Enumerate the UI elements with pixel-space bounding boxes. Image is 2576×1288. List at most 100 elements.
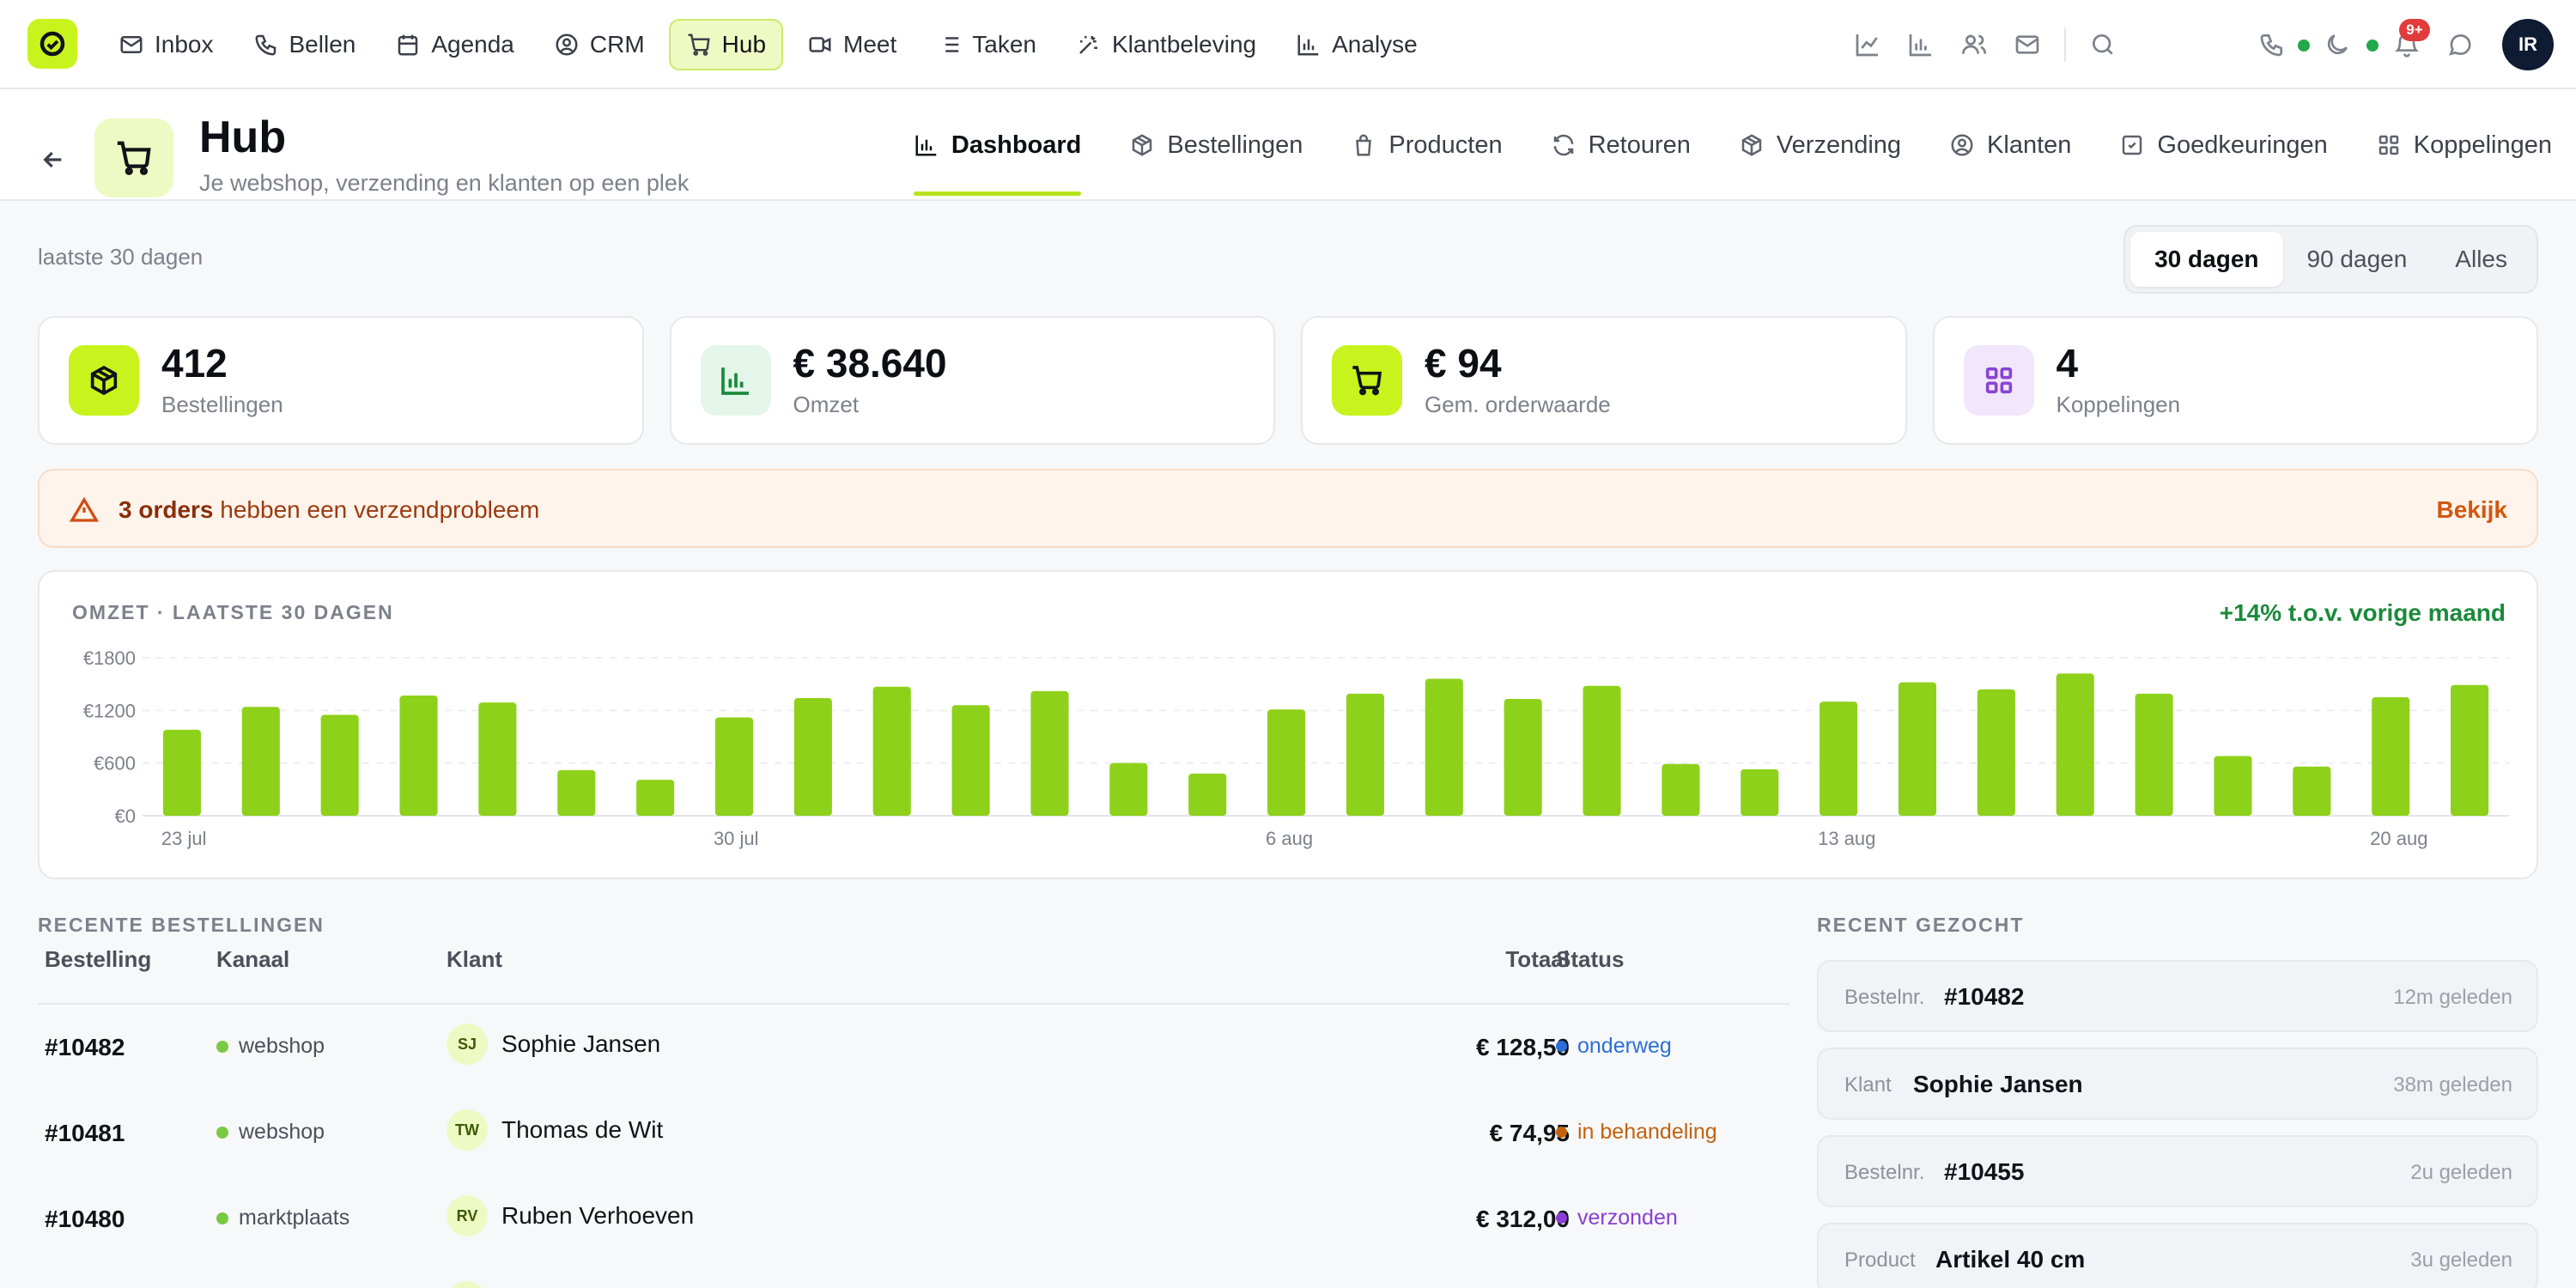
alert-view-link[interactable]: Bekijk — [2437, 496, 2508, 524]
nav-label: Agenda — [431, 31, 514, 58]
search-button[interactable] — [2076, 19, 2129, 70]
search-kind: Product — [1844, 1249, 1916, 1272]
mail-button[interactable] — [2001, 19, 2054, 70]
recent-search-item[interactable]: Product Artikel 40 cm 3u geleden — [1817, 1223, 2538, 1288]
revenue-bar — [714, 717, 754, 816]
recent-search-item[interactable]: Bestelnr. #10482 12m geleden — [1817, 960, 2538, 1032]
bar-chart-icon — [1907, 31, 1935, 58]
nav-item-hub[interactable]: Hub — [668, 19, 784, 70]
notifications-button[interactable]: 9+ — [2380, 19, 2433, 70]
line-chart-icon — [1854, 31, 1881, 58]
table-row[interactable]: #10480 marktplaats RV Ruben Verhoeven € 3… — [38, 1176, 1789, 1262]
theme-status-dot — [2366, 39, 2379, 52]
user-circle-icon — [1949, 132, 1975, 158]
stat-card-integrations[interactable]: 4 Koppelingen — [1932, 316, 2538, 445]
nav-item-agenda[interactable]: Agenda — [380, 19, 530, 70]
tab-label: Klanten — [1987, 131, 2072, 159]
revenue-bar — [1030, 690, 1069, 816]
stat-value: € 38.640 — [793, 341, 947, 386]
search-value: Sophie Jansen — [1913, 1071, 2083, 1097]
tab-klanten[interactable]: Klanten — [1925, 89, 2095, 201]
moon-icon — [2324, 31, 2351, 58]
phone-status-button[interactable] — [2250, 19, 2312, 70]
revenue-bar — [1425, 678, 1463, 816]
revenue-bar — [2372, 697, 2410, 816]
order-id: #10481 — [45, 1120, 125, 1146]
app-logo[interactable] — [27, 19, 77, 69]
client-avatar — [447, 1281, 488, 1288]
table-row — [38, 1262, 1789, 1288]
hub-header: Hub Je webshop, verzending en klanten op… — [0, 89, 2576, 201]
nav-item-inbox[interactable]: Inbox — [103, 19, 229, 70]
chat-button[interactable] — [2433, 19, 2487, 70]
users-button[interactable] — [1947, 19, 2001, 70]
revenue-bar — [478, 702, 517, 816]
range-option-30[interactable]: 30 dagen — [2130, 232, 2283, 287]
check-square-icon — [2119, 132, 2145, 158]
nav-label: CRM — [589, 31, 645, 58]
stat-card-avg-order[interactable]: € 94 Gem. orderwaarde — [1301, 316, 1907, 445]
tab-retouren[interactable]: Retouren — [1527, 89, 1715, 201]
y-tick-label: €600 — [94, 753, 136, 775]
tab-verzending[interactable]: Verzending — [1715, 89, 1925, 201]
stat-label: Gem. orderwaarde — [1425, 392, 1611, 417]
bar-chart-button[interactable] — [1894, 19, 1947, 70]
tab-producten[interactable]: Producten — [1327, 89, 1526, 201]
tab-koppelingen[interactable]: Koppelingen — [2352, 89, 2576, 201]
line-chart-button[interactable] — [1841, 19, 1894, 70]
nav-item-klantbeleving[interactable]: Klantbeleving — [1060, 19, 1272, 70]
range-option-all[interactable]: Alles — [2431, 232, 2531, 287]
channel-dot — [216, 1212, 228, 1224]
table-row[interactable]: #10482 webshop SJ Sophie Jansen € 128,50 … — [38, 1005, 1789, 1091]
orders-section-label: RECENTE BESTELLINGEN — [38, 914, 325, 936]
nav-label: Analyse — [1332, 31, 1418, 58]
chat-icon — [2446, 31, 2474, 58]
tab-label: Bestellingen — [1167, 131, 1303, 159]
revenue-bar — [1977, 689, 2015, 816]
stat-value: 412 — [161, 341, 228, 386]
back-button[interactable] — [34, 141, 72, 179]
tab-label: Goedkeuringen — [2157, 131, 2328, 159]
order-status: onderweg — [1556, 1034, 1672, 1059]
stat-card-orders[interactable]: 412 Bestellingen — [38, 316, 644, 445]
recent-search-item[interactable]: Klant Sophie Jansen 38m geleden — [1817, 1048, 2538, 1120]
nav-item-crm[interactable]: CRM — [538, 19, 660, 70]
client-avatar: RV — [447, 1195, 488, 1236]
warning-icon — [69, 495, 100, 526]
revenue-bar — [557, 769, 596, 816]
revenue-chart-card: €0 €600 €1200 €1800 23 jul 30 jul 6 aug 13 aug 2… — [38, 570, 2538, 879]
chart-title: OMZET · LAATSTE 30 DAGEN — [72, 601, 394, 623]
x-tick-label: 13 aug — [1818, 828, 1875, 849]
nav-item-bellen[interactable]: Bellen — [238, 19, 372, 70]
nav-item-meet[interactable]: Meet — [792, 19, 912, 70]
stat-card-revenue[interactable]: € 38.640 Omzet — [669, 316, 1275, 445]
table-row[interactable]: #10481 webshop TW Thomas de Wit € 74,95 i… — [38, 1091, 1789, 1176]
search-value: Artikel 40 cm — [1935, 1246, 2086, 1273]
revenue-bar — [1188, 773, 1227, 816]
online-status-dot — [2298, 39, 2310, 52]
search-time: 12m geleden — [2393, 986, 2512, 1009]
tab-goedkeuringen[interactable]: Goedkeuringen — [2095, 89, 2351, 201]
bar-chart-icon — [719, 363, 753, 398]
arrow-left-icon — [39, 146, 67, 173]
box-icon — [1739, 132, 1765, 158]
search-value: #10455 — [1944, 1158, 2025, 1185]
stat-icon-tile — [1963, 345, 2034, 416]
nav-item-taken[interactable]: Taken — [920, 19, 1052, 70]
tab-bestellingen[interactable]: Bestellingen — [1105, 89, 1327, 201]
revenue-bar — [636, 780, 675, 816]
page-subtitle: Je webshop, verzending en klanten op een… — [199, 170, 690, 196]
search-time: 38m geleden — [2393, 1073, 2512, 1097]
stat-icon-tile — [700, 345, 771, 416]
range-option-90[interactable]: 90 dagen — [2283, 232, 2432, 287]
bar-chart-icon — [1296, 32, 1321, 58]
theme-toggle-button[interactable] — [2312, 19, 2380, 70]
bar-chart-icon — [914, 132, 939, 158]
hub-tabs: Dashboard Bestellingen Producten Retoure… — [890, 89, 2576, 201]
status-label: in behandeling — [1577, 1120, 1717, 1144]
user-avatar[interactable]: IR — [2502, 19, 2554, 70]
nav-item-analyse[interactable]: Analyse — [1280, 19, 1433, 70]
search-kind: Klant — [1844, 1073, 1892, 1097]
tab-dashboard[interactable]: Dashboard — [890, 89, 1105, 201]
recent-search-item[interactable]: Bestelnr. #10455 2u geleden — [1817, 1135, 2538, 1207]
